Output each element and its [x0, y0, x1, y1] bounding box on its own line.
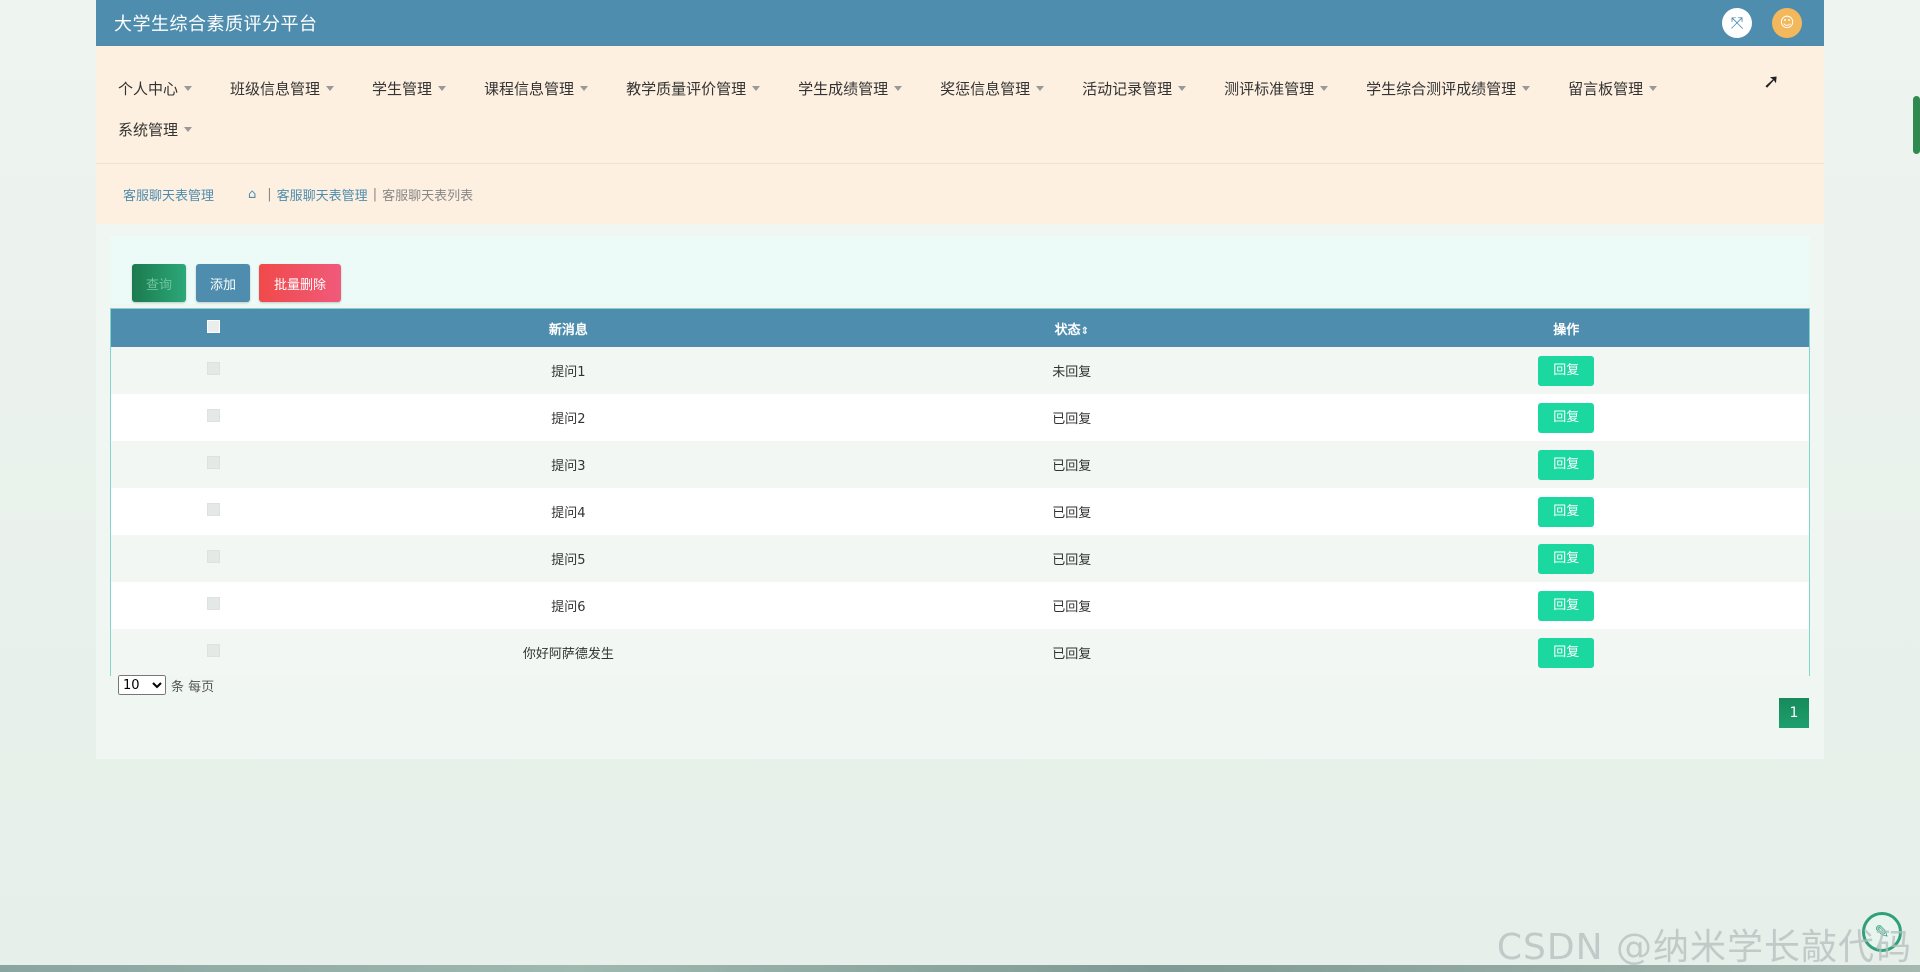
- nav-row-1: 个人中心 班级信息管理 学生管理 课程信息管理 教学质量评价管理 学生成绩管理 …: [118, 68, 1824, 109]
- reply-button[interactable]: 回复: [1538, 543, 1595, 574]
- nav-item-activity[interactable]: 活动记录管理: [1082, 78, 1187, 99]
- caret-down-icon: [184, 86, 193, 91]
- main-nav: 个人中心 班级信息管理 学生管理 课程信息管理 教学质量评价管理 学生成绩管理 …: [96, 46, 1824, 164]
- breadcrumb-link[interactable]: 客服聊天表管理: [277, 185, 368, 204]
- reply-button[interactable]: 回复: [1538, 496, 1595, 527]
- reply-button[interactable]: 回复: [1538, 637, 1595, 668]
- page-button-current[interactable]: 1: [1779, 698, 1809, 728]
- nav-item-teaching-eval[interactable]: 教学质量评价管理: [626, 78, 761, 99]
- cell-status: 已回复: [1052, 600, 1092, 615]
- caret-down-icon: [184, 127, 193, 132]
- row-checkbox[interactable]: [207, 597, 221, 610]
- nav-item-composite-score[interactable]: 学生综合测评成绩管理: [1366, 78, 1531, 99]
- select-all-checkbox[interactable]: [207, 319, 221, 333]
- column-header-message: 新消息: [548, 322, 588, 338]
- page-size-control: 10 条 每页: [118, 675, 214, 695]
- sort-icon[interactable]: ⇕: [1081, 326, 1089, 337]
- nav-item-system[interactable]: 系统管理: [118, 119, 193, 140]
- top-header: 大学生综合素质评分平台 ⤧ ☺: [96, 0, 1824, 46]
- cell-status: 已回复: [1052, 459, 1092, 474]
- caret-down-icon: [1320, 86, 1329, 91]
- table-row: 提问3 已回复 回复: [111, 441, 1809, 488]
- cell-message: 提问1: [551, 365, 586, 380]
- caret-down-icon: [1036, 86, 1045, 91]
- caret-down-icon: [1522, 86, 1531, 91]
- nav-item-rewards[interactable]: 奖惩信息管理: [940, 78, 1045, 99]
- user-avatar-icon[interactable]: ☺: [1772, 8, 1802, 38]
- caret-down-icon: [438, 86, 447, 91]
- cell-message: 你好阿萨德发生: [522, 647, 614, 662]
- page-size-label: 条 每页: [171, 679, 215, 695]
- fullscreen-icon[interactable]: ⤧: [1722, 8, 1752, 38]
- data-table: 新消息 状态⇕ 操作 提问1 未回复 回复 提问2 已回复 回复 提问3 已回复…: [110, 308, 1810, 676]
- home-icon[interactable]: ⌂: [248, 187, 256, 202]
- row-checkbox[interactable]: [207, 362, 221, 375]
- table-header-row: 新消息 状态⇕ 操作: [111, 309, 1809, 347]
- cell-status: 已回复: [1052, 506, 1092, 521]
- nav-item-personal-center[interactable]: 个人中心: [118, 78, 193, 99]
- caret-down-icon: [1178, 86, 1187, 91]
- app-title: 大学生综合素质评分平台: [114, 14, 318, 35]
- breadcrumb-bar: 客服聊天表管理 ⌂ | 客服聊天表管理 | 客服聊天表列表: [96, 164, 1824, 224]
- scrollbar-thumb[interactable]: [1913, 96, 1920, 154]
- batch-delete-button[interactable]: 批量删除: [259, 264, 341, 302]
- breadcrumb-current: 客服聊天表列表: [382, 188, 474, 204]
- nav-item-class-info[interactable]: 班级信息管理: [230, 78, 335, 99]
- table-row: 提问6 已回复 回复: [111, 582, 1809, 629]
- table-row: 你好阿萨德发生 已回复 回复: [111, 629, 1809, 676]
- cell-status: 已回复: [1052, 412, 1092, 427]
- reply-button[interactable]: 回复: [1538, 590, 1595, 621]
- caret-down-icon: [752, 86, 761, 91]
- nav-item-message-board[interactable]: 留言板管理: [1568, 78, 1658, 99]
- row-checkbox[interactable]: [207, 550, 221, 563]
- watermark: CSDN @纳米学长敲代码: [1496, 927, 1912, 968]
- content-panel: 查询 添加 批量删除 新消息 状态⇕ 操作 提问1 未回复 回复 提问2 已回复…: [96, 224, 1824, 759]
- select-all-header: [111, 309, 317, 347]
- add-button[interactable]: 添加: [196, 264, 250, 302]
- nav-item-student[interactable]: 学生管理: [372, 78, 447, 99]
- nav-item-course-info[interactable]: 课程信息管理: [484, 78, 589, 99]
- search-button[interactable]: 查询: [132, 264, 186, 302]
- caret-down-icon: [894, 86, 903, 91]
- breadcrumb-separator: |: [372, 186, 378, 202]
- cell-message: 提问3: [551, 459, 586, 474]
- row-checkbox[interactable]: [207, 644, 221, 657]
- toolbar: 查询 添加 批量删除: [110, 236, 1810, 304]
- reply-button[interactable]: 回复: [1538, 402, 1595, 433]
- reply-button[interactable]: 回复: [1538, 449, 1595, 480]
- cell-message: 提问6: [551, 600, 586, 615]
- nav-item-eval-standard[interactable]: 测评标准管理: [1224, 78, 1329, 99]
- table-row: 提问2 已回复 回复: [111, 394, 1809, 441]
- column-header-status[interactable]: 状态⇕: [820, 309, 1323, 347]
- page-title: 客服聊天表管理: [123, 188, 215, 204]
- cell-message: 提问5: [551, 553, 586, 568]
- cell-message: 提问4: [551, 506, 586, 521]
- table-row: 提问1 未回复 回复: [111, 347, 1809, 394]
- cell-status: 未回复: [1052, 365, 1092, 380]
- taskbar-strip: [0, 965, 1920, 972]
- column-header-action: 操作: [1553, 322, 1580, 338]
- cell-message: 提问2: [551, 412, 586, 427]
- caret-down-icon: [326, 86, 335, 91]
- nav-item-scores[interactable]: 学生成绩管理: [798, 78, 903, 99]
- reply-button[interactable]: 回复: [1538, 355, 1595, 386]
- cell-status: 已回复: [1052, 647, 1092, 662]
- table-row: 提问4 已回复 回复: [111, 488, 1809, 535]
- caret-down-icon: [580, 86, 589, 91]
- caret-down-icon: [1649, 86, 1658, 91]
- breadcrumb-separator: |: [267, 186, 272, 202]
- cell-status: 已回复: [1052, 553, 1092, 568]
- header-actions: ⤧ ☺: [1722, 8, 1802, 38]
- row-checkbox[interactable]: [207, 409, 221, 422]
- row-checkbox[interactable]: [207, 503, 221, 516]
- mouse-cursor-icon: ➚: [1763, 69, 1780, 93]
- row-checkbox[interactable]: [207, 456, 221, 469]
- table-row: 提问5 已回复 回复: [111, 535, 1809, 582]
- page-size-select[interactable]: 10: [118, 675, 166, 695]
- nav-row-2: 系统管理: [118, 109, 1824, 150]
